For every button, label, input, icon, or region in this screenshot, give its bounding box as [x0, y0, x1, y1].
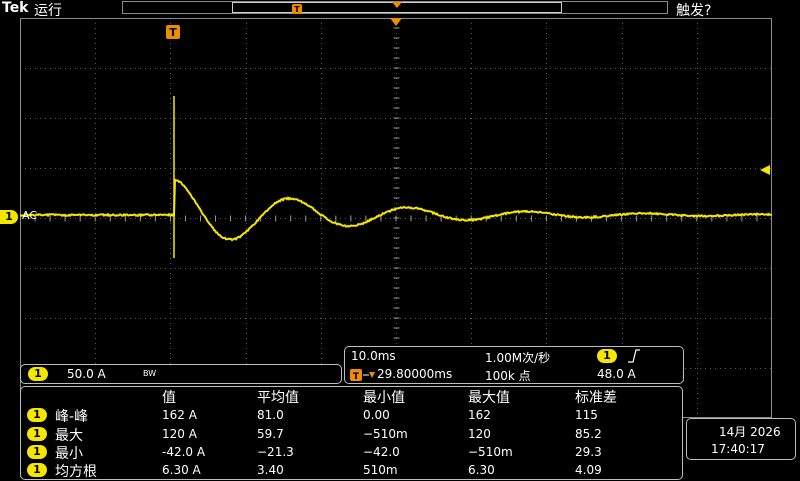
header-mean: 平均值 — [257, 387, 299, 407]
run-state[interactable]: 运行 — [34, 0, 62, 20]
clock-panel: 14月 2026 17:40:17 — [686, 418, 796, 460]
measurement-max: 120 — [468, 427, 491, 441]
measurement-min: −510m — [363, 427, 408, 441]
measurement-max: 162 — [468, 408, 491, 422]
channel-1-ground-marker[interactable]: 1 — [0, 210, 18, 224]
measurement-max: 6.30 — [468, 463, 495, 477]
measurement-stddev: 115 — [575, 408, 598, 422]
coupling-label: AC — [22, 209, 37, 222]
status-bar: Tek 运行 T 触发? — [0, 0, 800, 18]
row-channel-badge: 1 — [27, 408, 47, 422]
measurement-value: -42.0 A — [162, 445, 205, 459]
trigger-position-icon: T — [350, 368, 376, 382]
bandwidth-limit-icon: BW — [143, 369, 156, 378]
header-stddev: 标准差 — [575, 387, 617, 407]
vertical-scale: 50.0 A — [67, 367, 106, 381]
measurement-mean: −21.3 — [257, 445, 294, 459]
measurement-value: 162 A — [162, 408, 197, 422]
trigger-time-marker: T — [166, 25, 180, 39]
measurement-min: −42.0 — [363, 445, 400, 459]
trigger-position-marker — [390, 18, 402, 26]
measurement-stddev: 4.09 — [575, 463, 602, 477]
svg-text:T: T — [169, 26, 177, 39]
header-min: 最小值 — [363, 387, 405, 407]
measurement-name[interactable]: 最小 — [55, 443, 83, 463]
time-display: 17:40:17 — [711, 442, 765, 456]
record-length: 100k 点 — [485, 367, 531, 384]
brand-logo: Tek — [2, 0, 29, 16]
measurement-table[interactable]: 值 平均值 最小值 最大值 标准差 1 峰-峰 162 A 81.0 0.00 … — [20, 386, 683, 480]
measurement-stddev: 29.3 — [575, 445, 602, 459]
measurement-value: 120 A — [162, 427, 197, 441]
trigger-state: 触发? — [676, 0, 711, 20]
trigger-level: 48.0 A — [597, 367, 636, 381]
measurement-min: 510m — [363, 463, 398, 477]
measurement-value: 6.30 A — [162, 463, 201, 477]
svg-text:T: T — [294, 5, 300, 14]
trigger-source-badge: 1 — [597, 349, 617, 363]
row-channel-badge: 1 — [27, 427, 47, 441]
measurement-stddev: 85.2 — [575, 427, 602, 441]
channel-1-badge: 1 — [28, 367, 48, 381]
measurement-name[interactable]: 峰-峰 — [55, 406, 88, 426]
measurement-min: 0.00 — [363, 408, 390, 422]
header-value: 值 — [162, 387, 176, 407]
measurement-name[interactable]: 最大 — [55, 425, 83, 445]
rising-edge-icon — [627, 349, 641, 363]
timeline-trigger-icon: T — [290, 3, 304, 15]
measurement-mean: 59.7 — [257, 427, 284, 441]
timebase-panel[interactable]: 10.0ms 1.00M次/秒 1 T 29.80000ms 100k 点 48… — [344, 346, 684, 384]
row-channel-badge: 1 — [27, 463, 47, 477]
measurement-name[interactable]: 均方根 — [55, 461, 97, 481]
channel-scale-panel[interactable]: 1 50.0 A BW — [20, 364, 342, 384]
measurement-mean: 3.40 — [257, 463, 284, 477]
trigger-level-marker — [760, 165, 770, 175]
timeline-center-icon — [391, 1, 403, 9]
sample-rate: 1.00M次/秒 — [485, 349, 550, 366]
horizontal-scale: 10.0ms — [351, 349, 396, 363]
measurement-max: −510m — [468, 445, 513, 459]
trigger-position: 29.80000ms — [377, 367, 452, 381]
measurement-mean: 81.0 — [257, 408, 284, 422]
row-channel-badge: 1 — [27, 445, 47, 459]
svg-text:T: T — [353, 372, 360, 382]
header-max: 最大值 — [468, 387, 510, 407]
date-display: 14月 2026 — [719, 423, 781, 440]
